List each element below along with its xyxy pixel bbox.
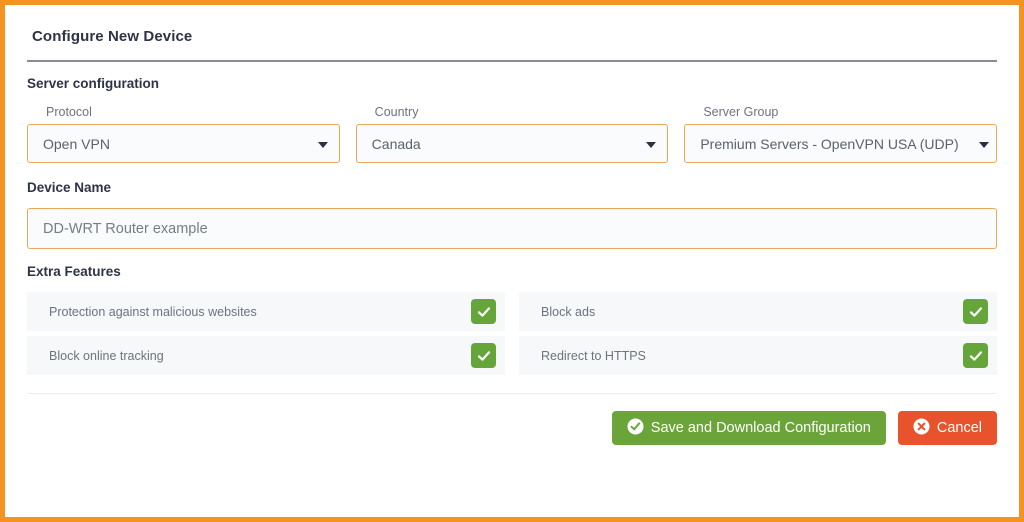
cancel-button[interactable]: Cancel	[897, 411, 997, 445]
server-group-select[interactable]: Premium Servers - OpenVPN USA (UDP)	[684, 124, 998, 163]
server-configuration-fields: Protocol Open VPN Country Canada Server …	[27, 105, 998, 163]
chevron-down-icon	[317, 141, 328, 148]
footer-divider	[27, 393, 997, 394]
country-selected-value: Canada	[371, 135, 421, 152]
protocol-selected-value: Open VPN	[43, 135, 110, 152]
device-name-heading: Device Name	[27, 180, 112, 195]
feature-label: Block online tracking	[49, 348, 164, 363]
feature-label: Block ads	[541, 304, 596, 319]
feature-row-online-tracking[interactable]: Block online tracking	[27, 336, 505, 375]
protocol-select[interactable]: Open VPN	[27, 124, 340, 163]
check-circle-icon	[627, 418, 644, 439]
feature-label: Redirect to HTTPS	[541, 348, 646, 363]
country-select[interactable]: Canada	[355, 124, 669, 163]
checkbox-checked-icon[interactable]	[471, 299, 496, 324]
server-group-field: Server Group Premium Servers - OpenVPN U…	[684, 105, 998, 163]
chevron-down-icon	[646, 141, 657, 148]
protocol-label: Protocol	[46, 105, 92, 119]
country-field: Country Canada	[355, 105, 669, 163]
device-name-input[interactable]: DD-WRT Router example	[27, 208, 997, 249]
panel-content: Configure New Device Server configuratio…	[5, 5, 1019, 517]
chevron-down-icon	[979, 141, 990, 148]
times-circle-icon	[913, 418, 930, 439]
extra-features-grid: Protection against malicious websites Bl…	[27, 292, 997, 375]
checkbox-checked-icon[interactable]	[963, 343, 988, 368]
checkbox-checked-icon[interactable]	[963, 299, 988, 324]
country-label: Country	[374, 105, 419, 119]
configure-device-panel: Configure New Device Server configuratio…	[0, 0, 1024, 522]
save-button-label: Save and Download Configuration	[650, 420, 871, 436]
action-buttons: Save and Download Configuration Cancel	[27, 411, 997, 445]
protocol-field: Protocol Open VPN	[27, 105, 340, 163]
extra-features-heading: Extra Features	[27, 264, 121, 279]
server-group-label: Server Group	[703, 105, 779, 119]
save-and-download-button[interactable]: Save and Download Configuration	[611, 411, 886, 445]
server-configuration-heading: Server configuration	[27, 76, 160, 91]
feature-row-malicious-websites[interactable]: Protection against malicious websites	[27, 292, 505, 331]
device-name-value: DD-WRT Router example	[43, 220, 208, 237]
page-title: Configure New Device	[32, 28, 193, 45]
feature-row-block-ads[interactable]: Block ads	[519, 292, 997, 331]
server-group-selected-value: Premium Servers - OpenVPN USA (UDP)	[700, 135, 959, 152]
checkbox-checked-icon[interactable]	[471, 343, 496, 368]
title-divider	[27, 60, 997, 62]
cancel-button-label: Cancel	[936, 420, 982, 436]
feature-row-redirect-https[interactable]: Redirect to HTTPS	[519, 336, 997, 375]
feature-label: Protection against malicious websites	[49, 304, 257, 319]
